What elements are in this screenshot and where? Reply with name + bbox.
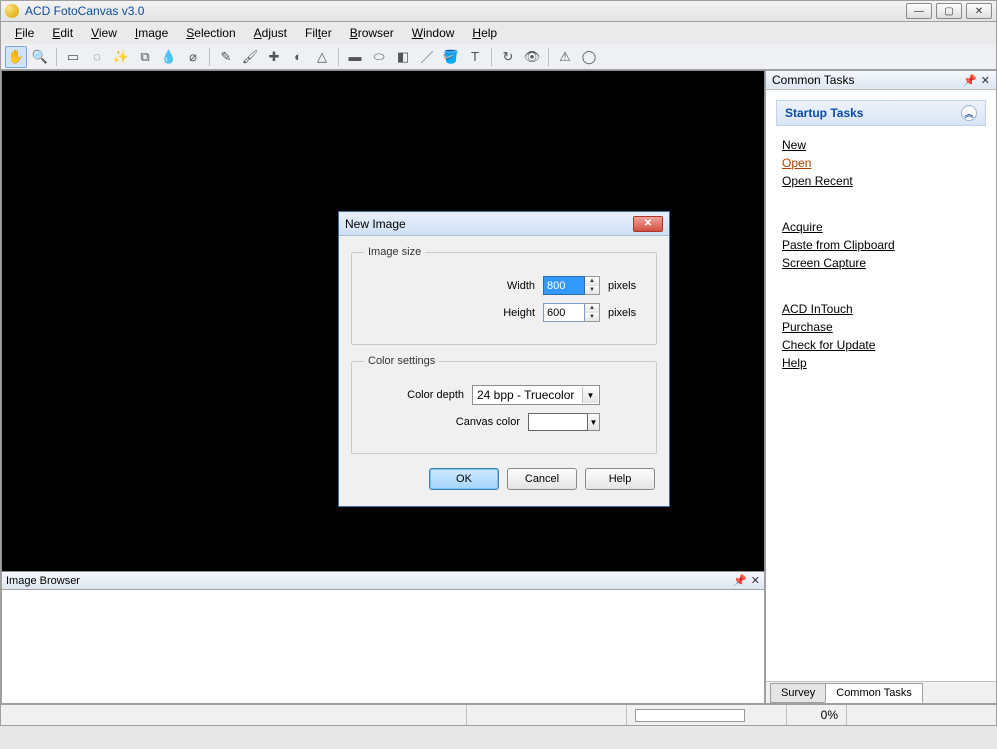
menu-image[interactable]: Image — [127, 24, 176, 42]
hand-tool-icon[interactable]: ✋ — [5, 46, 27, 68]
minimize-button[interactable]: — — [906, 3, 932, 19]
link-help[interactable]: Help — [782, 356, 980, 370]
panel-tabs: Survey Common Tasks — [766, 681, 996, 703]
marquee-tool-icon[interactable]: ▭ — [62, 46, 84, 68]
width-input[interactable] — [543, 276, 585, 295]
help-button[interactable]: Help — [585, 468, 655, 490]
app-title: ACD FotoCanvas v3.0 — [25, 4, 906, 18]
separator — [338, 48, 339, 66]
cancel-button[interactable]: Cancel — [507, 468, 577, 490]
shape-rect-icon[interactable]: ▬ — [344, 46, 366, 68]
gradient-tool-icon[interactable]: ◧ — [392, 46, 414, 68]
redeye-tool-icon[interactable]: 👁 — [521, 46, 543, 68]
zoom-tool-icon[interactable]: 🔍 — [29, 46, 51, 68]
dialog-close-button[interactable]: ✕ — [633, 216, 663, 232]
brush-tool-icon[interactable]: 🖌 — [239, 46, 261, 68]
wand-tool-icon[interactable]: ✨ — [110, 46, 132, 68]
ok-button[interactable]: OK — [429, 468, 499, 490]
close-panel-icon[interactable]: ✕ — [981, 74, 990, 87]
statusbar: 0% — [0, 704, 997, 726]
blur-tool-icon[interactable]: ◐ — [287, 46, 309, 68]
color-depth-select[interactable]: 24 bpp - Truecolor ▼ — [472, 385, 600, 405]
link-new[interactable]: New — [782, 138, 980, 152]
tab-common-tasks[interactable]: Common Tasks — [825, 683, 923, 703]
text-tool-icon[interactable]: T — [464, 46, 486, 68]
separator — [491, 48, 492, 66]
image-browser-title: Image Browser — [6, 575, 729, 587]
image-browser-body[interactable] — [1, 590, 765, 704]
link-paste-clipboard[interactable]: Paste from Clipboard — [782, 238, 980, 252]
menubar: File Edit View Image Selection Adjust Fi… — [0, 22, 997, 44]
height-spinner[interactable]: ▲▼ — [585, 303, 600, 322]
link-acd-intouch[interactable]: ACD InTouch — [782, 302, 980, 316]
line-tool-icon[interactable]: ／ — [416, 46, 438, 68]
bucket-tool-icon[interactable]: 🪣 — [440, 46, 462, 68]
image-size-group: Image size Width ▲▼ pixels Height ▲▼ pix… — [351, 246, 657, 345]
lasso-tool-icon[interactable]: ◌ — [86, 46, 108, 68]
link-check-update[interactable]: Check for Update — [782, 338, 980, 352]
rotate-tool-icon[interactable]: ↻ — [497, 46, 519, 68]
menu-selection[interactable]: Selection — [178, 24, 243, 42]
height-label: Height — [503, 307, 535, 319]
width-spinner[interactable]: ▲▼ — [585, 276, 600, 295]
crop-tool-icon[interactable]: ⧉ — [134, 46, 156, 68]
separator — [209, 48, 210, 66]
color-depth-label: Color depth — [407, 389, 464, 401]
pin-icon[interactable]: 📌 — [963, 74, 977, 87]
width-label: Width — [507, 280, 535, 292]
menu-help[interactable]: Help — [464, 24, 505, 42]
menu-view[interactable]: View — [83, 24, 125, 42]
effect-icon[interactable]: ◯ — [578, 46, 600, 68]
close-button[interactable]: ✕ — [966, 3, 992, 19]
link-acquire[interactable]: Acquire — [782, 220, 980, 234]
color-settings-group: Color settings Color depth 24 bpp - True… — [351, 355, 657, 454]
maximize-button[interactable]: ▢ — [936, 3, 962, 19]
common-tasks-panel: Common Tasks 📌 ✕ Startup Tasks ︽ New Ope… — [765, 70, 997, 704]
shape-ellipse-icon[interactable]: ⬭ — [368, 46, 390, 68]
progress-bar — [635, 709, 745, 722]
link-open[interactable]: Open — [782, 156, 980, 170]
chevron-down-icon[interactable]: ▼ — [582, 387, 598, 403]
dialog-title: New Image — [345, 217, 633, 231]
separator — [548, 48, 549, 66]
menu-edit[interactable]: Edit — [44, 24, 81, 42]
clone-tool-icon[interactable]: ⌀ — [182, 46, 204, 68]
tab-survey[interactable]: Survey — [770, 683, 826, 703]
canvas-color-dropdown[interactable]: ▼ — [588, 413, 600, 431]
menu-filter[interactable]: Filter — [297, 24, 340, 42]
color-picker-icon[interactable]: 💧 — [158, 46, 180, 68]
link-open-recent[interactable]: Open Recent — [782, 174, 980, 188]
pin-icon[interactable]: 📌 — [733, 574, 747, 587]
canvas-color-label: Canvas color — [456, 416, 520, 428]
healing-tool-icon[interactable]: ✚ — [263, 46, 285, 68]
link-screen-capture[interactable]: Screen Capture — [782, 256, 980, 270]
toolbar: ✋ 🔍 ▭ ◌ ✨ ⧉ 💧 ⌀ ✎ 🖌 ✚ ◐ △ ▬ ⬭ ◧ ／ 🪣 T ↻ … — [0, 44, 997, 70]
collapse-icon[interactable]: ︽ — [961, 105, 977, 121]
menu-file[interactable]: File — [7, 24, 42, 42]
image-browser-header: Image Browser 📌 ✕ — [1, 572, 765, 590]
sharpen-tool-icon[interactable]: △ — [311, 46, 333, 68]
separator — [56, 48, 57, 66]
startup-tasks-header[interactable]: Startup Tasks ︽ — [776, 100, 986, 126]
menu-window[interactable]: Window — [404, 24, 463, 42]
close-panel-icon[interactable]: ✕ — [751, 574, 760, 587]
height-input[interactable] — [543, 303, 585, 322]
new-image-dialog: New Image ✕ Image size Width ▲▼ pixels H… — [338, 211, 670, 507]
canvas-color-swatch[interactable] — [528, 413, 588, 431]
titlebar: ACD FotoCanvas v3.0 — ▢ ✕ — [0, 0, 997, 22]
zoom-percent: 0% — [786, 705, 846, 725]
pencil-tool-icon[interactable]: ✎ — [215, 46, 237, 68]
menu-browser[interactable]: Browser — [342, 24, 402, 42]
menu-adjust[interactable]: Adjust — [246, 24, 295, 42]
link-purchase[interactable]: Purchase — [782, 320, 980, 334]
panel-title: Common Tasks — [772, 73, 959, 87]
image-size-legend: Image size — [364, 246, 425, 258]
warning-icon[interactable]: ⚠ — [554, 46, 576, 68]
color-settings-legend: Color settings — [364, 355, 439, 367]
app-icon — [5, 4, 19, 18]
